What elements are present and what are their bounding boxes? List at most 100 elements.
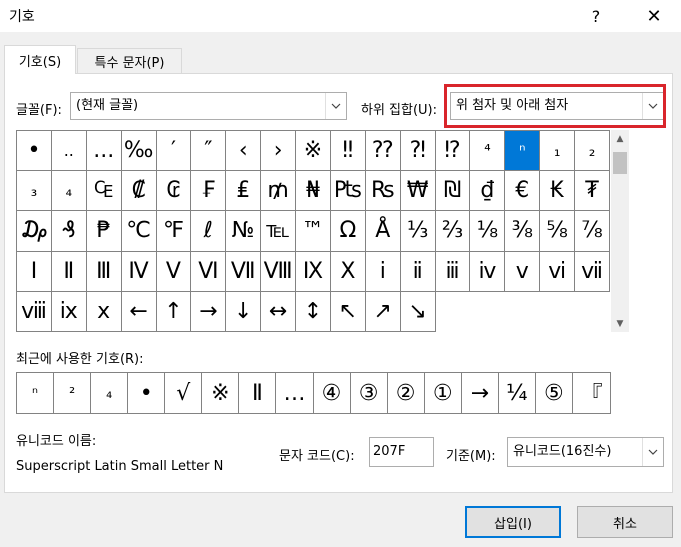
base-select[interactable]: 유니코드(16진수) <box>507 437 664 467</box>
symbol-cell[interactable]: ℃ <box>121 211 157 252</box>
symbol-cell[interactable]: ↔ <box>261 291 297 332</box>
symbol-cell[interactable]: ₮ <box>575 171 610 212</box>
symbol-cell[interactable]: ₨ <box>365 171 401 212</box>
symbol-cell[interactable]: ⅞ <box>575 211 610 252</box>
symbol-cell[interactable]: Ⅴ <box>156 251 192 292</box>
symbol-cell[interactable]: ₃ <box>17 171 52 212</box>
recent-symbol-cell[interactable]: ② <box>387 373 425 413</box>
symbol-cell[interactable]: ← <box>121 291 157 332</box>
recent-symbol-cell[interactable]: ※ <box>202 373 240 413</box>
symbol-cell[interactable]: ⅷ <box>17 291 52 332</box>
symbol-cell[interactable]: ₰ <box>51 211 87 252</box>
symbol-cell[interactable]: Ⅰ <box>17 251 52 292</box>
symbol-cell[interactable]: ₠ <box>86 171 122 212</box>
symbol-cell[interactable]: ₭ <box>540 171 576 212</box>
scroll-up-icon[interactable]: ▲ <box>611 130 629 147</box>
symbol-cell[interactable]: ‰ <box>121 131 157 172</box>
symbol-cell[interactable]: ↖ <box>330 291 366 332</box>
symbol-cell[interactable]: ₣ <box>191 171 227 212</box>
symbol-cell[interactable]: ↑ <box>156 291 192 332</box>
recent-symbol-cell[interactable]: ① <box>424 373 462 413</box>
symbol-cell[interactable]: ℓ <box>191 211 227 252</box>
symbol-cell[interactable]: ↕ <box>296 291 331 332</box>
symbol-cell[interactable]: → <box>191 291 227 332</box>
symbol-cell[interactable]: ₯ <box>17 211 52 252</box>
symbol-cell[interactable]: № <box>226 211 262 252</box>
symbol-cell[interactable]: Ⅲ <box>86 251 122 292</box>
symbol-cell[interactable]: ⅱ <box>400 251 436 292</box>
tab-symbols[interactable]: 기호(S) <box>4 45 76 74</box>
symbol-cell[interactable]: .. <box>51 131 87 172</box>
symbol-cell[interactable]: € <box>505 171 541 212</box>
symbol-cell[interactable]: ₂ <box>575 131 610 172</box>
recent-symbols-row[interactable]: ⁿ ² ₄ • √ ※ Ⅱ… ④ ③ ② ① → ¼ ⑤ 『 <box>16 372 611 414</box>
symbol-cell[interactable]: ₫ <box>470 171 506 212</box>
symbol-cell[interactable]: ₪ <box>435 171 471 212</box>
symbol-cell[interactable]: Ω <box>330 211 366 252</box>
symbol-grid-scrollbar[interactable]: ▲ ▼ <box>611 130 629 332</box>
symbol-cell[interactable]: ⅳ <box>470 251 506 292</box>
symbol-cell[interactable]: ₱ <box>86 211 122 252</box>
symbol-cell[interactable]: ⅴ <box>505 251 541 292</box>
symbol-cell[interactable]: Ⅶ <box>226 251 262 292</box>
recent-symbol-cell[interactable]: ¼ <box>498 373 536 413</box>
symbol-cell[interactable]: ₄ <box>51 171 87 212</box>
symbol-cell[interactable]: ⅵ <box>540 251 576 292</box>
symbol-cell[interactable]: ⁈ <box>400 131 436 172</box>
recent-symbol-cell[interactable]: ₄ <box>91 373 129 413</box>
help-button[interactable]: ? <box>576 2 616 30</box>
symbol-cell[interactable]: ※ <box>296 131 331 172</box>
recent-symbol-cell[interactable]: ⁿ <box>17 373 55 413</box>
symbol-grid[interactable]: •..... ‰ ′ ″ ‹ › ※ ‼ ⁇ ⁈ ⁉ ⁴ ⁿ ₁ ₂ ₃ ₄ ₠ ₡ ₢ ₣ ₤ ₥ ₦ ₧ ₨ ₩ ₪ ₫ € ₭ ₮ ₯ ₰ ₱… <box>16 130 610 332</box>
symbol-cell[interactable]: Ⅱ <box>51 251 87 292</box>
symbol-cell[interactable]: ⅶ <box>575 251 610 292</box>
scroll-down-icon[interactable]: ▼ <box>611 315 629 332</box>
symbol-cell[interactable]: ⁇ <box>365 131 401 172</box>
symbol-cell[interactable]: ⁿ <box>505 131 541 172</box>
symbol-cell[interactable]: ₤ <box>226 171 262 212</box>
cancel-button[interactable]: 취소 <box>577 506 673 538</box>
symbol-cell[interactable]: ‼ <box>330 131 366 172</box>
symbol-cell[interactable]: › <box>261 131 297 172</box>
symbol-cell[interactable]: ⅜ <box>505 211 541 252</box>
symbol-cell[interactable]: Ⅷ <box>261 251 297 292</box>
symbol-cell[interactable]: Ⅹ <box>330 251 366 292</box>
recent-symbol-cell[interactable]: Ⅱ <box>239 373 277 413</box>
symbol-cell[interactable]: ⁴ <box>470 131 506 172</box>
symbol-cell[interactable]: ₦ <box>296 171 331 212</box>
symbol-cell[interactable]: ⅓ <box>400 211 436 252</box>
symbol-cell[interactable]: ⅲ <box>435 251 471 292</box>
symbol-cell[interactable]: Ⅳ <box>121 251 157 292</box>
symbol-cell[interactable]: ₧ <box>330 171 366 212</box>
font-select[interactable]: (현재 글꼴) <box>70 92 347 120</box>
insert-button[interactable]: 삽입(I) <box>465 506 561 538</box>
symbol-cell[interactable]: Ⅵ <box>191 251 227 292</box>
symbol-cell[interactable]: ... <box>86 131 122 172</box>
symbol-cell[interactable]: ₥ <box>261 171 297 212</box>
recent-symbol-cell[interactable]: • <box>128 373 166 413</box>
recent-symbol-cell[interactable]: 『 <box>572 373 610 413</box>
symbol-cell[interactable]: ₁ <box>540 131 576 172</box>
symbol-cell[interactable]: ⁉ <box>435 131 471 172</box>
char-code-input[interactable]: 207F <box>369 437 434 467</box>
symbol-cell[interactable]: Å <box>365 211 401 252</box>
symbol-cell[interactable]: ⅰ <box>365 251 401 292</box>
symbol-cell[interactable]: ™ <box>296 211 331 252</box>
recent-symbol-cell[interactable]: … <box>276 373 314 413</box>
symbol-cell[interactable]: ₡ <box>121 171 157 212</box>
symbol-cell[interactable]: ℡ <box>261 211 297 252</box>
recent-symbol-cell[interactable]: ⑤ <box>535 373 573 413</box>
symbol-cell[interactable]: ⅛ <box>470 211 506 252</box>
symbol-cell[interactable]: ⅔ <box>435 211 471 252</box>
symbol-cell[interactable]: • <box>17 131 52 172</box>
symbol-cell[interactable]: ↓ <box>226 291 262 332</box>
recent-symbol-cell[interactable]: → <box>461 373 499 413</box>
symbol-cell[interactable]: ⅝ <box>540 211 576 252</box>
recent-symbol-cell[interactable]: √ <box>165 373 203 413</box>
symbol-cell[interactable]: ″ <box>191 131 227 172</box>
recent-symbol-cell[interactable]: ④ <box>313 373 351 413</box>
recent-symbol-cell[interactable]: ² <box>54 373 92 413</box>
symbol-cell[interactable]: ₩ <box>400 171 436 212</box>
scrollbar-thumb[interactable] <box>613 152 627 174</box>
symbol-cell[interactable]: ₢ <box>156 171 192 212</box>
